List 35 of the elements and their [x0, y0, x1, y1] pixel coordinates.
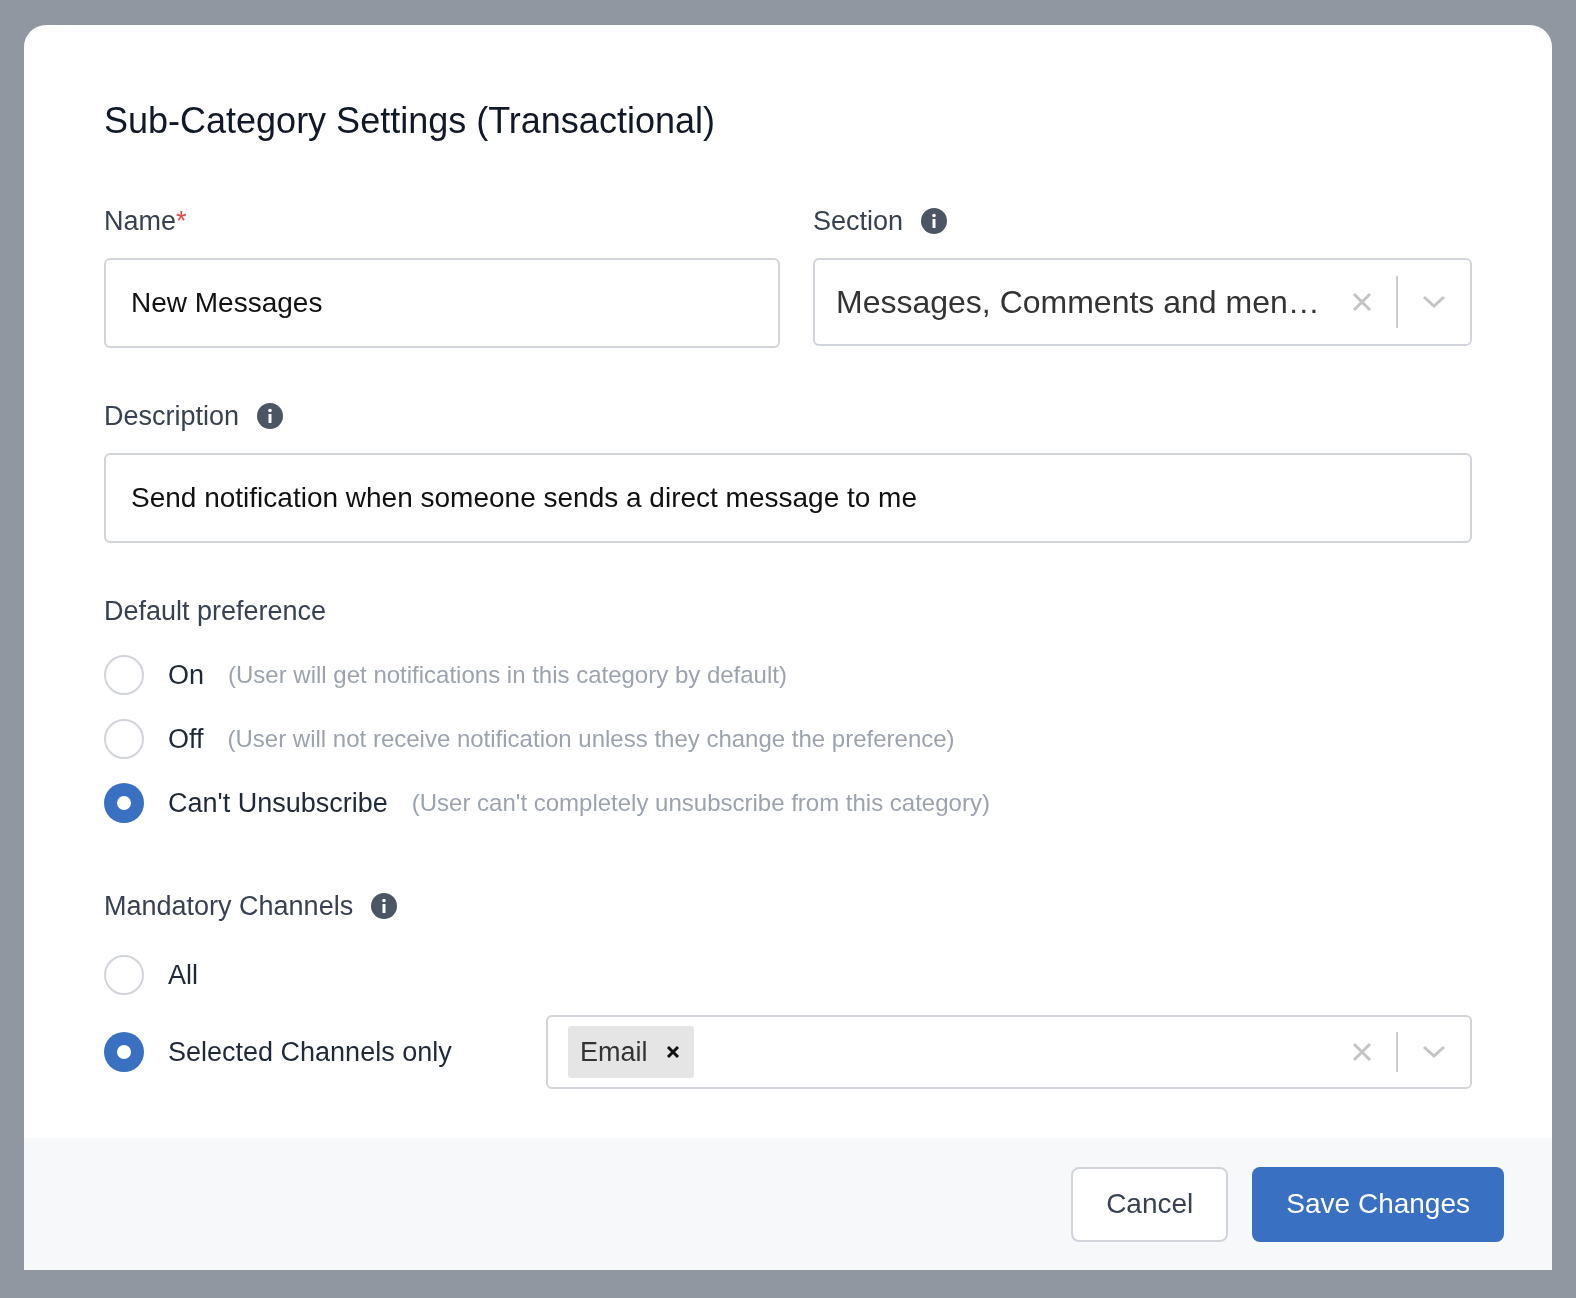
chip-label: Email: [580, 1035, 648, 1069]
clear-icon[interactable]: [1352, 1042, 1372, 1062]
chevron-down-icon[interactable]: [1422, 295, 1446, 309]
option-label[interactable]: Can't Unsubscribe: [168, 782, 388, 824]
cancel-button[interactable]: Cancel: [1071, 1166, 1229, 1242]
name-input[interactable]: New Messages: [104, 258, 780, 348]
select-value: Messages, Comments and men…: [836, 283, 1321, 322]
chevron-down-icon[interactable]: [1422, 1045, 1446, 1059]
section-select[interactable]: Messages, Comments and men…: [813, 258, 1472, 346]
option-hint: (User can't completely unsubscribe from this category): [411, 788, 990, 818]
info-icon: [371, 893, 398, 919]
channels-select[interactable]: Email: [546, 1015, 1472, 1089]
option-label[interactable]: On: [168, 654, 205, 696]
option-label[interactable]: Selected Channels only: [168, 1031, 546, 1073]
radio-button[interactable]: [104, 719, 144, 759]
clear-icon[interactable]: [1352, 292, 1372, 312]
info-icon: [257, 403, 284, 429]
radio-button[interactable]: [104, 1032, 144, 1072]
radio-button[interactable]: [104, 955, 144, 995]
option-hint: (User will get notifications in this category by default): [228, 660, 787, 690]
option-hint: (User will not receive notification unless they change the preference): [227, 724, 955, 754]
section-label: Mandatory Channels: [104, 889, 354, 923]
field-label: Description: [104, 399, 240, 433]
save-button[interactable]: Save Changes: [1252, 1166, 1504, 1242]
radio-button[interactable]: [104, 655, 144, 695]
field-label: Name*: [104, 205, 188, 238]
section-label: Default preference: [104, 595, 328, 628]
radio-button[interactable]: [104, 783, 144, 823]
remove-icon[interactable]: [665, 1045, 680, 1059]
field-label: Section: [813, 204, 904, 238]
info-icon: [921, 208, 948, 234]
option-label[interactable]: All: [168, 954, 546, 996]
description-input[interactable]: Send notification when someone sends a direct message to me: [104, 453, 1472, 543]
option-label[interactable]: Off: [168, 718, 204, 760]
dialog-title: Sub-Category Settings (Transactional): [104, 99, 716, 143]
